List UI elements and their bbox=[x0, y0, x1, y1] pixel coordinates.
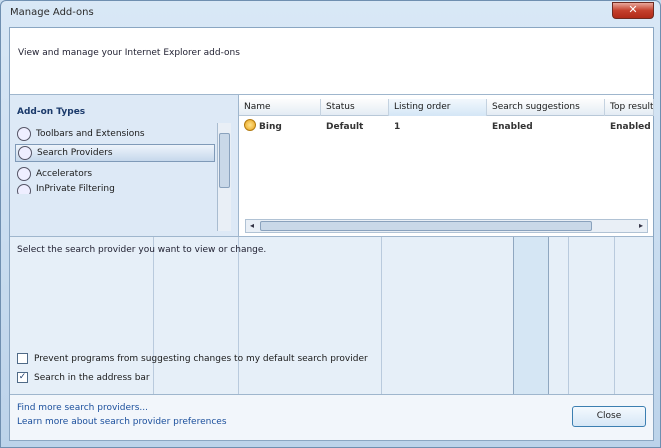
type-item-accelerators[interactable]: Accelerators bbox=[15, 165, 215, 183]
header-banner: View and manage your Internet Explorer a… bbox=[10, 28, 653, 94]
details-hint: Select the search provider you want to v… bbox=[17, 245, 267, 255]
option-label: Prevent programs from suggesting changes… bbox=[34, 353, 368, 364]
column-header-top-result[interactable]: Top result bbox=[605, 99, 654, 116]
horizontal-scroll-thumb[interactable] bbox=[260, 221, 592, 231]
divider bbox=[614, 237, 615, 395]
cell-status: Default bbox=[326, 122, 364, 132]
search-icon bbox=[18, 146, 32, 160]
prevent-changes-checkbox[interactable] bbox=[17, 353, 28, 364]
table-row[interactable]: Bing Default 1 Enabled Enabled bbox=[239, 119, 654, 136]
address-bar-search-checkbox[interactable]: ✓ bbox=[17, 372, 28, 383]
details-column-highlight bbox=[513, 237, 549, 395]
divider bbox=[153, 237, 154, 395]
accelerator-icon bbox=[17, 167, 31, 181]
scroll-right-icon[interactable]: ▸ bbox=[635, 220, 647, 232]
find-more-providers-link[interactable]: Find more search providers... bbox=[17, 403, 148, 413]
dialog-footer: Find more search providers... Learn more… bbox=[10, 394, 653, 440]
type-item-inprivate[interactable]: InPrivate Filtering bbox=[15, 184, 215, 194]
horizontal-scrollbar[interactable]: ◂ ▸ bbox=[245, 219, 648, 233]
column-header-name[interactable]: Name bbox=[239, 99, 321, 116]
types-scrollbar[interactable] bbox=[217, 123, 231, 231]
manage-addons-window: Manage Add-ons ✕ View and manage your In… bbox=[0, 0, 661, 448]
cell-name: Bing bbox=[239, 119, 321, 136]
types-scroll-thumb[interactable] bbox=[219, 133, 230, 188]
inprivate-icon bbox=[17, 184, 31, 194]
window-title: Manage Add-ons bbox=[10, 7, 94, 18]
title-bar[interactable]: Manage Add-ons ✕ bbox=[1, 1, 660, 27]
gear-icon bbox=[17, 127, 31, 141]
learn-more-link[interactable]: Learn more about search provider prefere… bbox=[17, 417, 227, 427]
cell-top-result: Enabled bbox=[610, 122, 651, 132]
close-button[interactable]: Close bbox=[572, 406, 646, 427]
column-header-search-suggestions[interactable]: Search suggestions bbox=[487, 99, 605, 116]
window-close-button[interactable]: ✕ bbox=[612, 2, 654, 19]
type-item-label: InPrivate Filtering bbox=[36, 184, 115, 194]
provider-name: Bing bbox=[259, 122, 282, 132]
addon-types-panel: Add-on Types Toolbars and Extensions Sea… bbox=[10, 95, 236, 237]
option-label: Search in the address bar bbox=[34, 372, 150, 383]
type-item-label: Toolbars and Extensions bbox=[36, 129, 145, 139]
divider bbox=[381, 237, 382, 395]
divider bbox=[568, 237, 569, 395]
type-item-label: Search Providers bbox=[37, 148, 113, 158]
details-pane: Select the search provider you want to v… bbox=[10, 236, 653, 395]
scroll-left-icon[interactable]: ◂ bbox=[246, 220, 258, 232]
column-header-status[interactable]: Status bbox=[321, 99, 389, 116]
type-item-label: Accelerators bbox=[36, 169, 93, 179]
option-address-bar-search[interactable]: ✓ Search in the address bar bbox=[17, 372, 150, 383]
cell-order: 1 bbox=[394, 122, 401, 132]
list-header: Name Status Listing order Search suggest… bbox=[239, 99, 654, 116]
type-item-search-providers[interactable]: Search Providers bbox=[15, 144, 215, 162]
providers-list: Name Status Listing order Search suggest… bbox=[238, 95, 654, 237]
type-item-toolbars[interactable]: Toolbars and Extensions bbox=[15, 125, 215, 143]
option-prevent-changes[interactable]: Prevent programs from suggesting changes… bbox=[17, 353, 368, 364]
upper-pane: Add-on Types Toolbars and Extensions Sea… bbox=[10, 94, 654, 237]
cell-suggestions: Enabled bbox=[492, 122, 533, 132]
banner-text: View and manage your Internet Explorer a… bbox=[18, 48, 240, 58]
bing-icon bbox=[244, 119, 256, 131]
addon-types-title: Add-on Types bbox=[17, 107, 86, 117]
dialog-client: View and manage your Internet Explorer a… bbox=[9, 27, 654, 441]
divider bbox=[238, 237, 239, 395]
column-header-listing-order[interactable]: Listing order bbox=[389, 99, 487, 116]
